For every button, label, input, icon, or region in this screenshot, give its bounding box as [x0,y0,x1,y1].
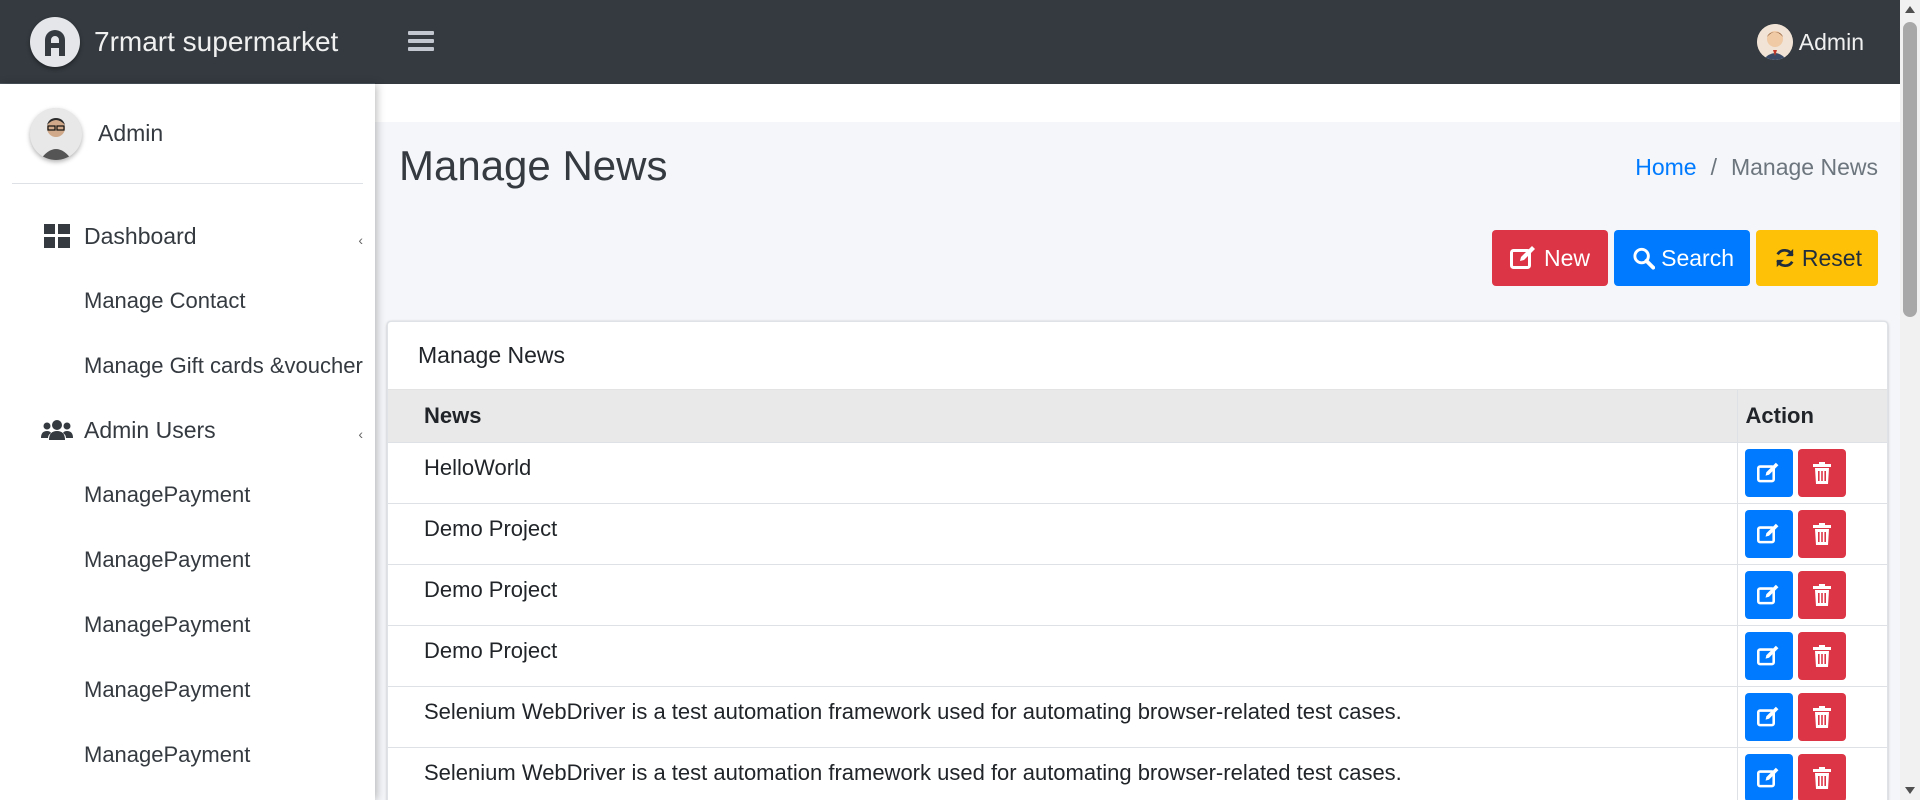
edit-row-button[interactable] [1744,753,1793,800]
table-row: Selenium WebDriver is a test automation … [388,686,1887,747]
search-button-label: Search [1661,244,1734,271]
sidebar-item-label: Admin Users [84,416,216,443]
trash-icon [1812,644,1831,667]
sidebar-item-manage-payment[interactable]: ManagePayment [0,657,375,722]
edit-icon [1756,462,1778,482]
scroll-down-arrow-icon[interactable] [1905,787,1915,794]
trash-icon [1812,705,1831,728]
sidebar-item-dashboard[interactable]: Dashboard ‹ [0,204,375,268]
table-row: Selenium WebDriver is a test automation … [388,747,1887,800]
sidebar-item-manage-payment[interactable]: ManagePayment [0,592,375,657]
brand-logo-icon [30,16,80,67]
delete-row-button[interactable] [1797,692,1846,741]
scroll-up-arrow-icon[interactable] [1905,6,1915,13]
edit-icon [1756,523,1778,543]
action-cell [1736,564,1887,625]
card-title: Manage News [388,322,1887,390]
chevron-left-icon: ‹ [358,426,363,442]
search-button[interactable]: Search [1614,230,1750,286]
news-cell: Selenium WebDriver is a test automation … [424,759,1402,785]
sidebar-item-manage-payment[interactable]: ManagePayment [0,462,375,527]
news-cell: Demo Project [424,637,558,663]
trash-icon [1812,766,1831,789]
trash-icon [1812,461,1831,484]
search-icon [1633,247,1656,270]
sidebar-item-manage-contact[interactable]: Manage Contact [0,268,375,333]
table-row: Demo Project [388,564,1887,625]
trash-icon [1812,522,1831,545]
news-cell: Demo Project [424,576,558,602]
column-header-news: News [424,402,482,428]
main-content: Manage News Home / Manage News New Searc… [375,84,1900,800]
sidebar: Admin Dashboard ‹ Manage Contact Manage … [0,84,375,800]
breadcrumb-home-link[interactable]: Home [1635,154,1696,181]
action-cell [1736,686,1887,747]
top-navbar: 7rmart supermarket Admin [0,0,1900,84]
page-scrollbar[interactable] [1900,0,1920,800]
sidebar-item-admin-users[interactable]: Admin Users ‹ [0,398,375,462]
table-row: Demo Project [388,503,1887,564]
delete-row-button[interactable] [1797,570,1846,619]
new-button[interactable]: New [1492,230,1608,286]
content-top-strip [375,84,1900,122]
dashboard-icon [40,224,74,248]
delete-row-button[interactable] [1797,448,1846,497]
brand-text: 7rmart supermarket [94,25,339,57]
edit-icon [1756,767,1778,787]
column-header-action: Action [1736,390,1887,442]
table-row: Demo Project [388,625,1887,686]
delete-row-button[interactable] [1797,631,1846,680]
table-row: HelloWorld [388,442,1887,503]
sidebar-item-manage-payment[interactable]: ManagePayment [0,722,375,787]
user-avatar [1756,24,1793,60]
news-card: Manage News News Action HelloWorld Demo P… [387,321,1888,800]
delete-row-button[interactable] [1797,753,1846,800]
chevron-left-icon: ‹ [358,232,363,248]
news-cell: HelloWorld [424,454,532,480]
reset-button-label: Reset [1801,244,1862,271]
users-icon [40,418,74,442]
edit-row-button[interactable] [1744,448,1793,497]
sidebar-username: Admin [98,120,164,146]
breadcrumb-current: Manage News [1730,154,1878,180]
action-cell [1736,503,1887,564]
edit-row-button[interactable] [1744,509,1793,558]
new-button-label: New [1544,244,1591,271]
table-header-row: News Action [388,390,1887,442]
user-name: Admin [1798,28,1864,55]
sidebar-item-label: Dashboard [84,222,197,249]
breadcrumb-separator: / [1710,154,1717,180]
edit-row-button[interactable] [1744,692,1793,741]
toolbar: New Search Reset [1492,230,1878,286]
sidebar-item-manage-gift-cards[interactable]: Manage Gift cards &voucher [0,333,375,398]
refresh-icon [1776,248,1794,268]
delete-row-button[interactable] [1797,509,1846,558]
edit-icon [1510,246,1535,269]
trash-icon [1812,583,1831,606]
edit-row-button[interactable] [1744,570,1793,619]
brand-link[interactable]: 7rmart supermarket [0,0,375,84]
action-cell [1736,442,1887,503]
action-cell [1736,625,1887,686]
breadcrumb: Home / Manage News [1635,154,1878,181]
news-cell: Demo Project [424,515,558,541]
reset-button[interactable]: Reset [1756,230,1878,286]
edit-icon [1756,584,1778,604]
user-menu[interactable]: Admin [1756,24,1864,60]
action-cell [1736,747,1887,800]
news-cell: Selenium WebDriver is a test automation … [424,698,1402,724]
menu-toggle-icon[interactable] [408,28,434,54]
sidebar-item-manage-payment[interactable]: ManagePayment [0,527,375,592]
sidebar-user-panel[interactable]: Admin [12,84,363,184]
page-title: Manage News [399,142,668,189]
sidebar-avatar [30,107,82,160]
sidebar-nav: Dashboard ‹ Manage Contact Manage Gift c… [0,184,375,787]
edit-row-button[interactable] [1744,631,1793,680]
news-table: News Action HelloWorld Demo Project Demo P… [388,390,1887,800]
edit-icon [1756,645,1778,665]
edit-icon [1756,706,1778,726]
scrollbar-thumb[interactable] [1903,22,1917,317]
